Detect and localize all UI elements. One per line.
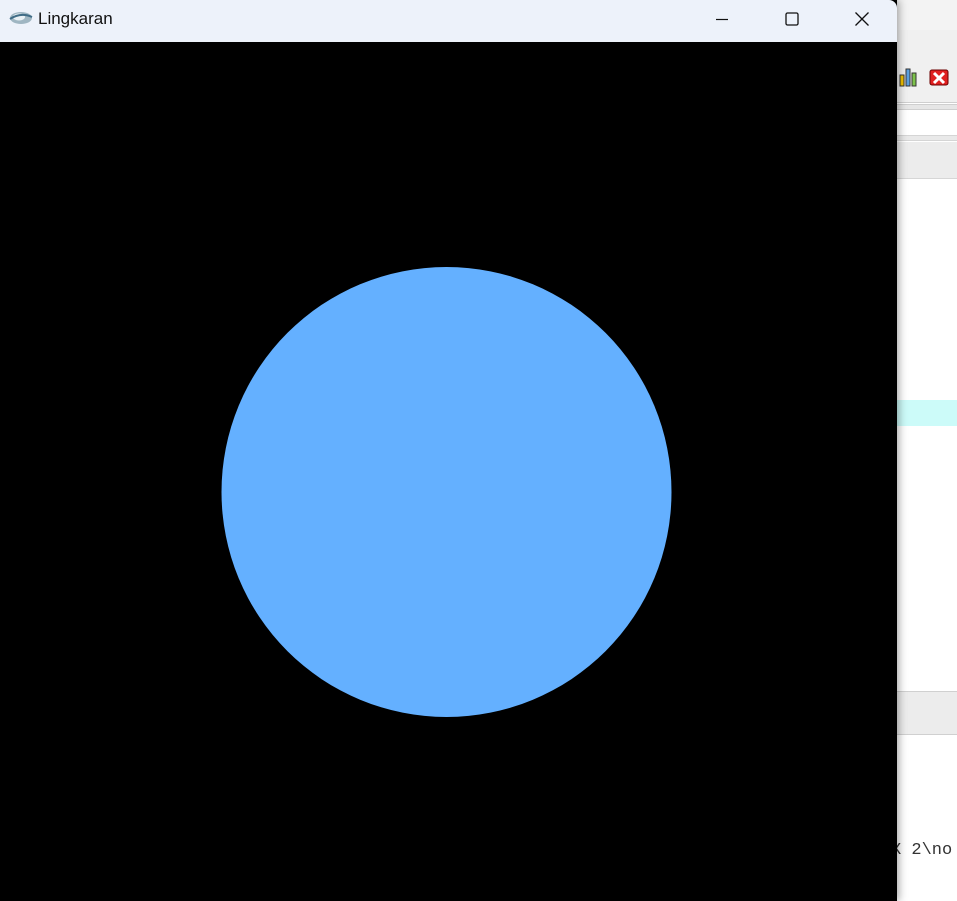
opengl-canvas[interactable] [0,42,897,901]
app-icon [9,12,33,24]
stop-build-icon[interactable] [928,66,950,88]
ide-output-panel[interactable] [897,735,957,901]
lingkaran-window[interactable]: Lingkaran [0,0,897,901]
desktop: X 2\no Lingkaran [0,0,957,901]
ide-separator [897,135,957,141]
ide-output-text: X 2\no [891,841,953,860]
ide-separator [897,104,957,110]
close-button[interactable] [827,0,897,38]
title-bar[interactable]: Lingkaran [0,0,897,42]
minimize-button[interactable] [687,0,757,38]
ide-toolbar [897,30,957,103]
minimize-icon [716,18,728,21]
background-ide-window[interactable]: X 2\no [891,0,957,901]
maximize-button[interactable] [757,0,827,38]
close-icon [855,12,869,26]
bar-chart-icon[interactable] [898,66,920,88]
window-title: Lingkaran [38,9,113,28]
ide-output-tabs[interactable] [897,691,957,735]
maximize-icon [785,12,799,26]
ide-code-editor[interactable] [897,179,957,691]
canvas-drawing [221,267,672,717]
ide-title-strip [897,0,957,30]
ide-editor-tabs[interactable] [897,142,957,179]
blue-circle [221,267,672,717]
ide-highlighted-line [897,400,957,426]
